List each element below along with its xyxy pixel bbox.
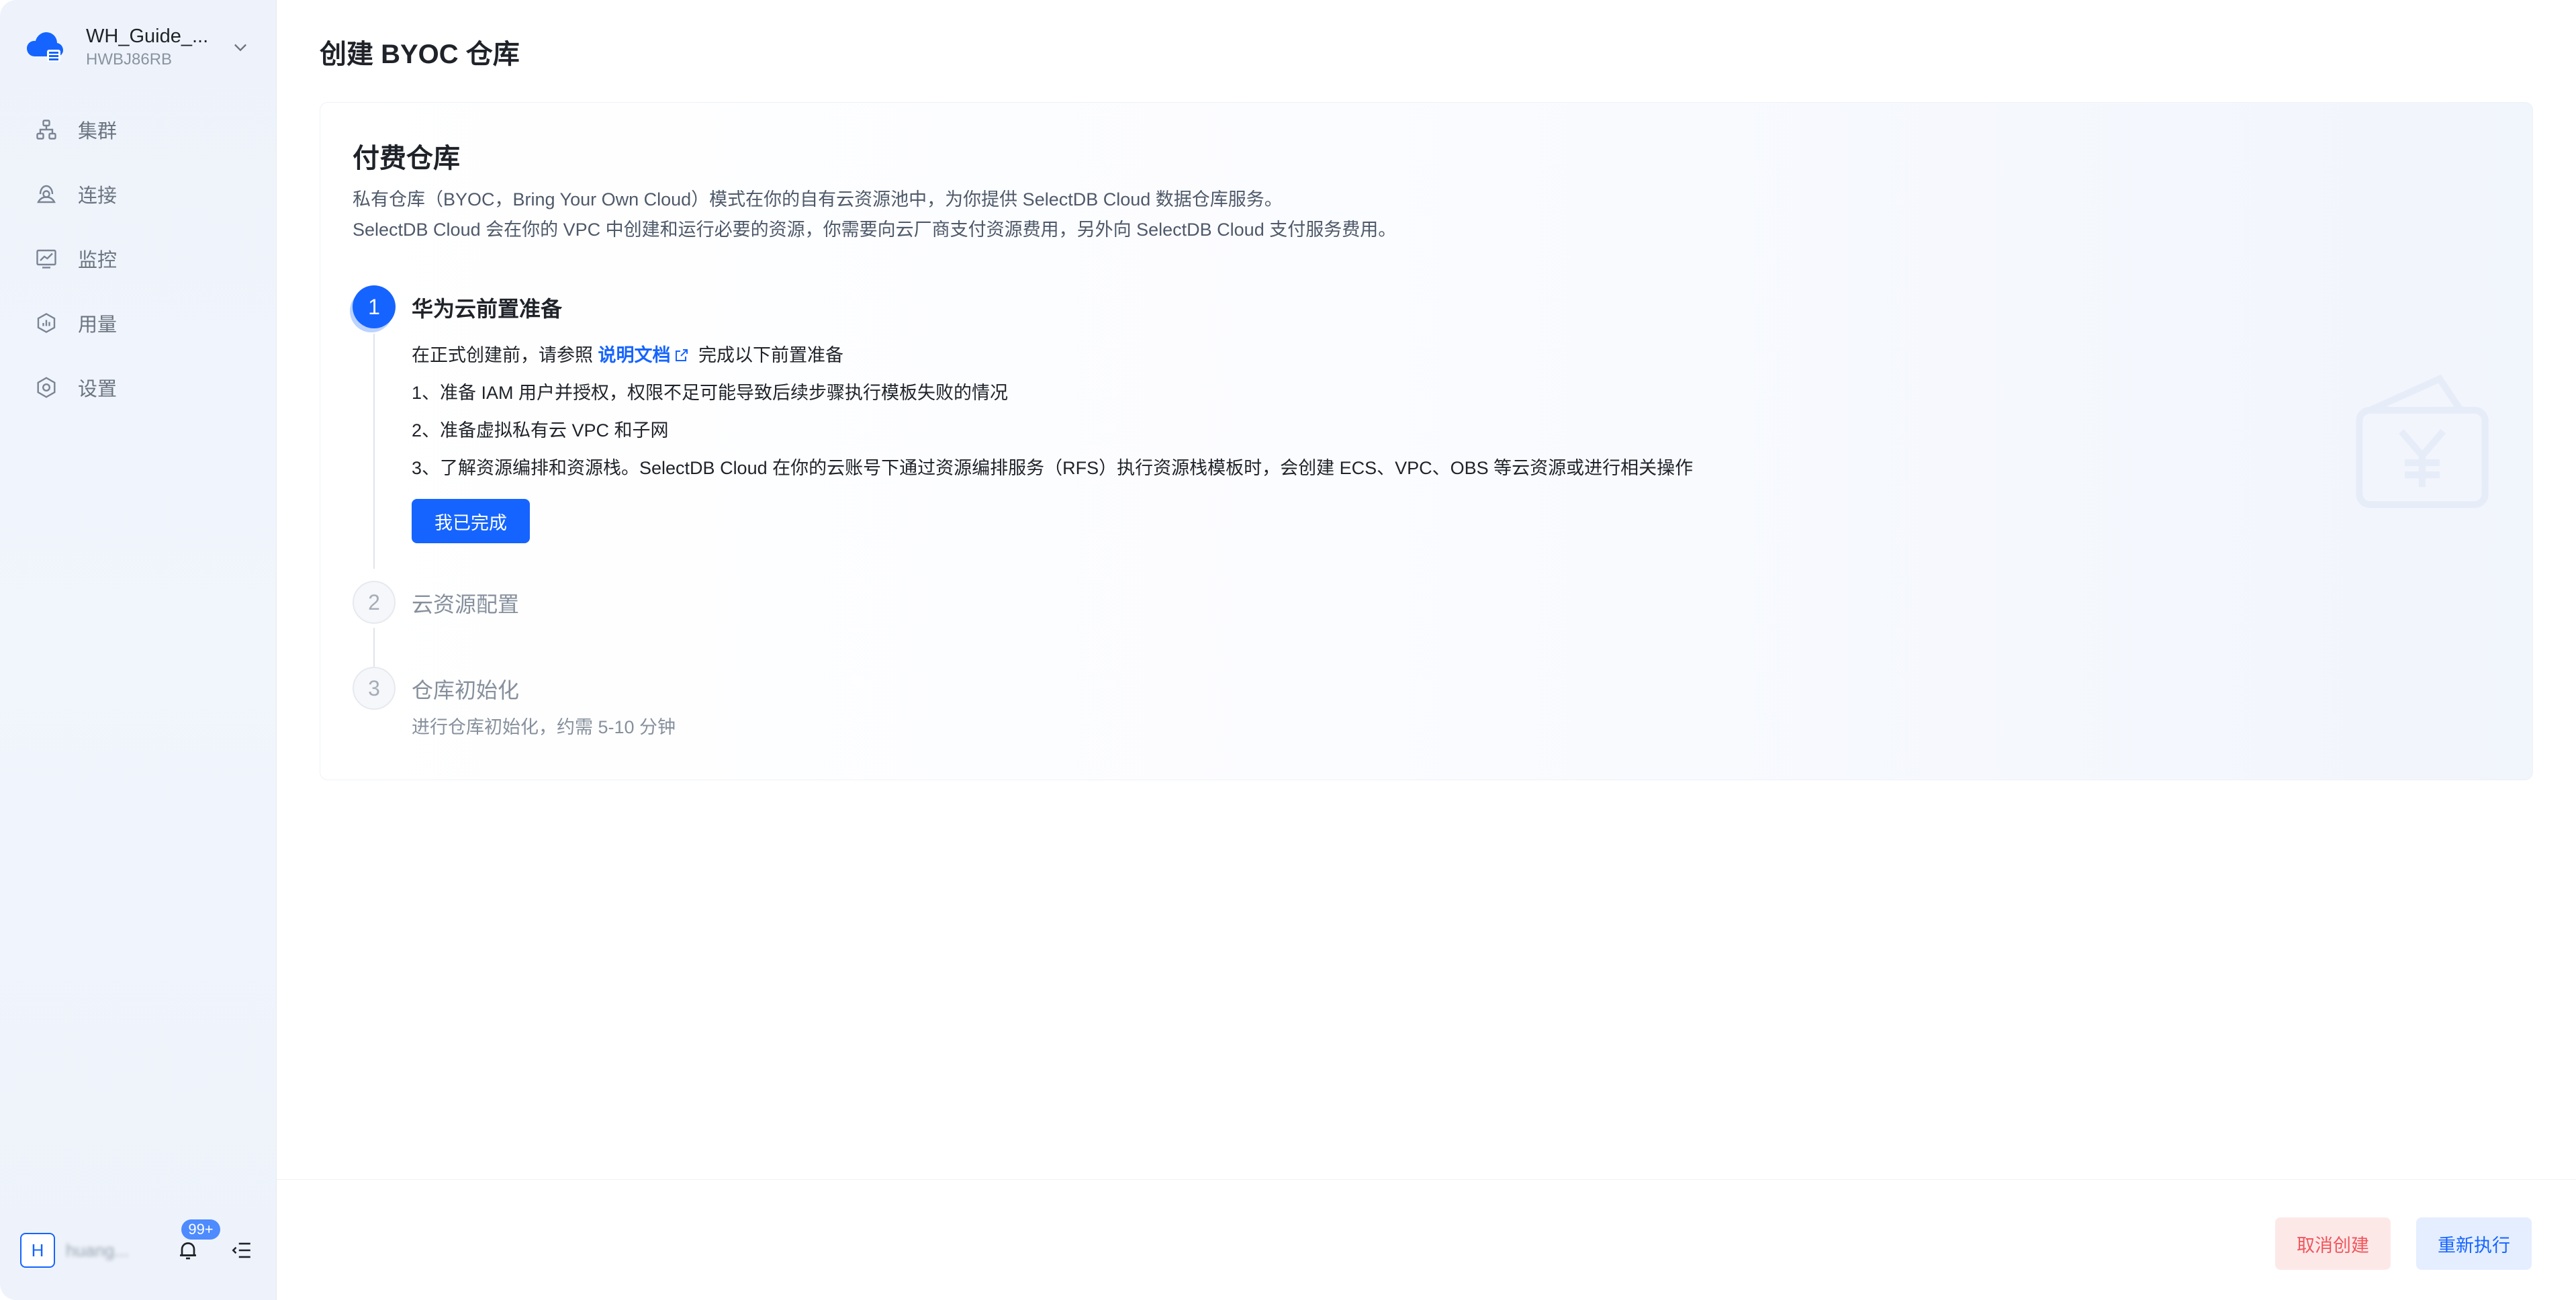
action-footer: 取消创建 重新执行 xyxy=(277,1179,2576,1300)
step-body: 在正式创建前，请参照 说明文档 完成以下前置准备 1、准备 IAM 用户并授权，… xyxy=(412,336,2359,543)
step-title: 华为云前置准备 xyxy=(412,297,563,321)
card-title: 付费仓库 xyxy=(353,144,460,173)
step-connector xyxy=(373,628,375,667)
settings-icon xyxy=(34,375,59,400)
step-subtitle: 进行仓库初始化，约需 5-10 分钟 xyxy=(412,717,676,737)
docs-link[interactable]: 说明文档 xyxy=(598,345,671,365)
prerequisite-item: 2、准备虚拟私有云 VPC 和子网 xyxy=(412,420,669,440)
sidebar-item-settings[interactable]: 设置 xyxy=(0,355,277,420)
page-title: 创建 BYOC 仓库 xyxy=(320,40,520,69)
username[interactable]: huang... xyxy=(66,1240,146,1261)
sidebar-item-label: 监控 xyxy=(78,250,118,271)
menu-collapse-icon xyxy=(232,1242,250,1258)
usage-icon xyxy=(34,310,59,336)
step-number-pending: 2 xyxy=(353,581,396,624)
avatar[interactable]: H xyxy=(20,1233,55,1268)
workspace-id: HWBJ86RB xyxy=(86,50,173,68)
retry-button[interactable]: 重新执行 xyxy=(2416,1217,2532,1270)
paid-warehouse-card: 付费仓库 私有仓库（BYOC，Bring Your Own Cloud）模式在你… xyxy=(320,102,2533,780)
sidebar-item-label: 连接 xyxy=(78,185,118,207)
card-description: 私有仓库（BYOC，Bring Your Own Cloud）模式在你的自有云资… xyxy=(353,185,1396,245)
sidebar-item-usage[interactable]: 用量 xyxy=(0,291,277,355)
sidebar-item-label: 用量 xyxy=(78,314,118,336)
external-link-icon[interactable] xyxy=(674,338,690,361)
prerequisite-item: 1、准备 IAM 用户并授权，权限不足可能导致后续步骤执行模板失败的情况 xyxy=(412,383,1009,403)
intro-prefix: 在正式创建前，请参照 xyxy=(412,345,593,365)
workspace-name: WH_Guide_... xyxy=(86,26,209,47)
sidebar-item-monitor[interactable]: 监控 xyxy=(0,226,277,291)
notification-badge: 99+ xyxy=(181,1219,220,1240)
connect-icon xyxy=(34,181,59,207)
sidebar: WH_Guide_... HWBJ86RB 集群 连接 监控 用量 设置 H h… xyxy=(0,0,277,1300)
sidebar-nav: 集群 连接 监控 用量 设置 xyxy=(0,97,277,420)
cancel-create-button[interactable]: 取消创建 xyxy=(2275,1217,2391,1270)
sidebar-item-cluster[interactable]: 集群 xyxy=(0,97,277,162)
bell-icon xyxy=(180,1242,196,1260)
cloud-logo-icon xyxy=(24,27,64,67)
step-title: 云资源配置 xyxy=(412,592,520,616)
sidebar-footer: H huang... 99+ xyxy=(20,1219,255,1277)
wallet-yuan-watermark-icon xyxy=(2356,374,2489,508)
monitor-icon xyxy=(34,246,59,271)
step-number-pending: 3 xyxy=(353,667,396,710)
workspace-switcher[interactable]: WH_Guide_... HWBJ86RB xyxy=(24,20,252,74)
step-number-active: 1 xyxy=(353,285,396,328)
notification-bell-button[interactable]: 99+ xyxy=(175,1219,220,1264)
cluster-icon xyxy=(34,117,59,142)
sidebar-item-connect[interactable]: 连接 xyxy=(0,162,277,226)
app-window: WH_Guide_... HWBJ86RB 集群 连接 监控 用量 设置 H h… xyxy=(0,0,2576,1300)
collapse-sidebar-button[interactable] xyxy=(228,1237,255,1264)
sidebar-item-label: 集群 xyxy=(78,121,118,142)
step-title: 仓库初始化 xyxy=(412,678,520,702)
sidebar-item-label: 设置 xyxy=(78,379,118,400)
done-button[interactable]: 我已完成 xyxy=(412,499,530,543)
chevron-down-icon[interactable] xyxy=(228,35,252,59)
description-line: 私有仓库（BYOC，Bring Your Own Cloud）模式在你的自有云资… xyxy=(353,189,1283,210)
step-connector xyxy=(373,334,375,569)
prerequisite-item: 3、了解资源编排和资源栈。SelectDB Cloud 在你的云账号下通过资源编… xyxy=(412,458,1694,478)
description-line: SelectDB Cloud 会在你的 VPC 中创建和运行必要的资源，你需要向… xyxy=(353,220,1397,240)
intro-suffix: 完成以下前置准备 xyxy=(698,345,844,365)
step-intro: 在正式创建前，请参照 说明文档 完成以下前置准备 xyxy=(412,336,2359,374)
